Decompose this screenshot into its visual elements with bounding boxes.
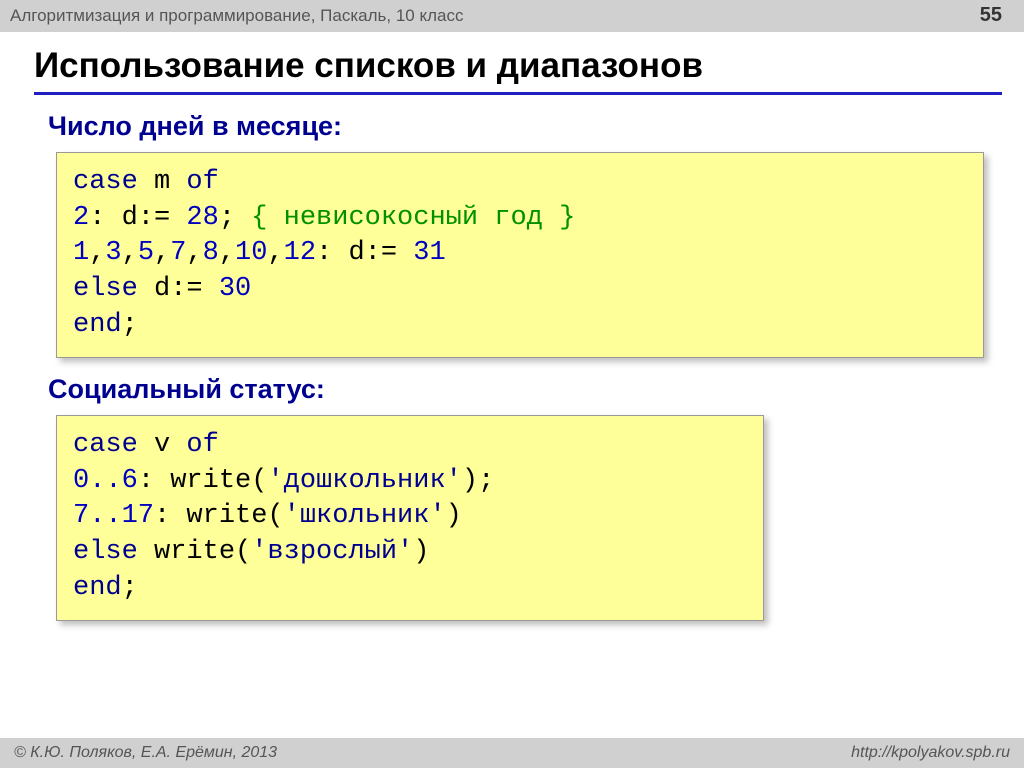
header-bar: Алгоритмизация и программирование, Паска… [0,0,1024,32]
page-number: 55 [980,4,1002,27]
code-line: case m of [73,165,967,201]
code-block-status: case v of 0..6: write('дошкольник'); 7..… [56,415,764,621]
code-line: else d:= 30 [73,272,967,308]
slide: Алгоритмизация и программирование, Паска… [0,0,1024,768]
code-block-months: case m of 2: d:= 28; { невисокосный год … [56,152,984,358]
title-rule [34,92,1002,95]
code-line: 0..6: write('дошкольник'); [73,464,747,500]
section1-heading: Число дней в месяце: [48,111,1002,142]
code-line: end; [73,571,747,607]
footer-bar: © К.Ю. Поляков, Е.А. Ерёмин, 2013 http:/… [0,738,1024,768]
code-line: 2: d:= 28; { невисокосный год } [73,201,967,237]
code-line: else write('взрослый') [73,535,747,571]
page-title: Использование списков и диапазонов [34,46,1002,86]
code-line: 1,3,5,7,8,10,12: d:= 31 [73,236,967,272]
code-line: 7..17: write('школьник') [73,499,747,535]
section2-heading: Социальный статус: [48,374,1002,405]
footer-link[interactable]: http://kpolyakov.spb.ru [851,744,1010,762]
copyright-label: © К.Ю. Поляков, Е.А. Ерёмин, 2013 [14,744,277,762]
course-label: Алгоритмизация и программирование, Паска… [10,6,463,26]
code-line: case v of [73,428,747,464]
code-line: end; [73,308,967,344]
